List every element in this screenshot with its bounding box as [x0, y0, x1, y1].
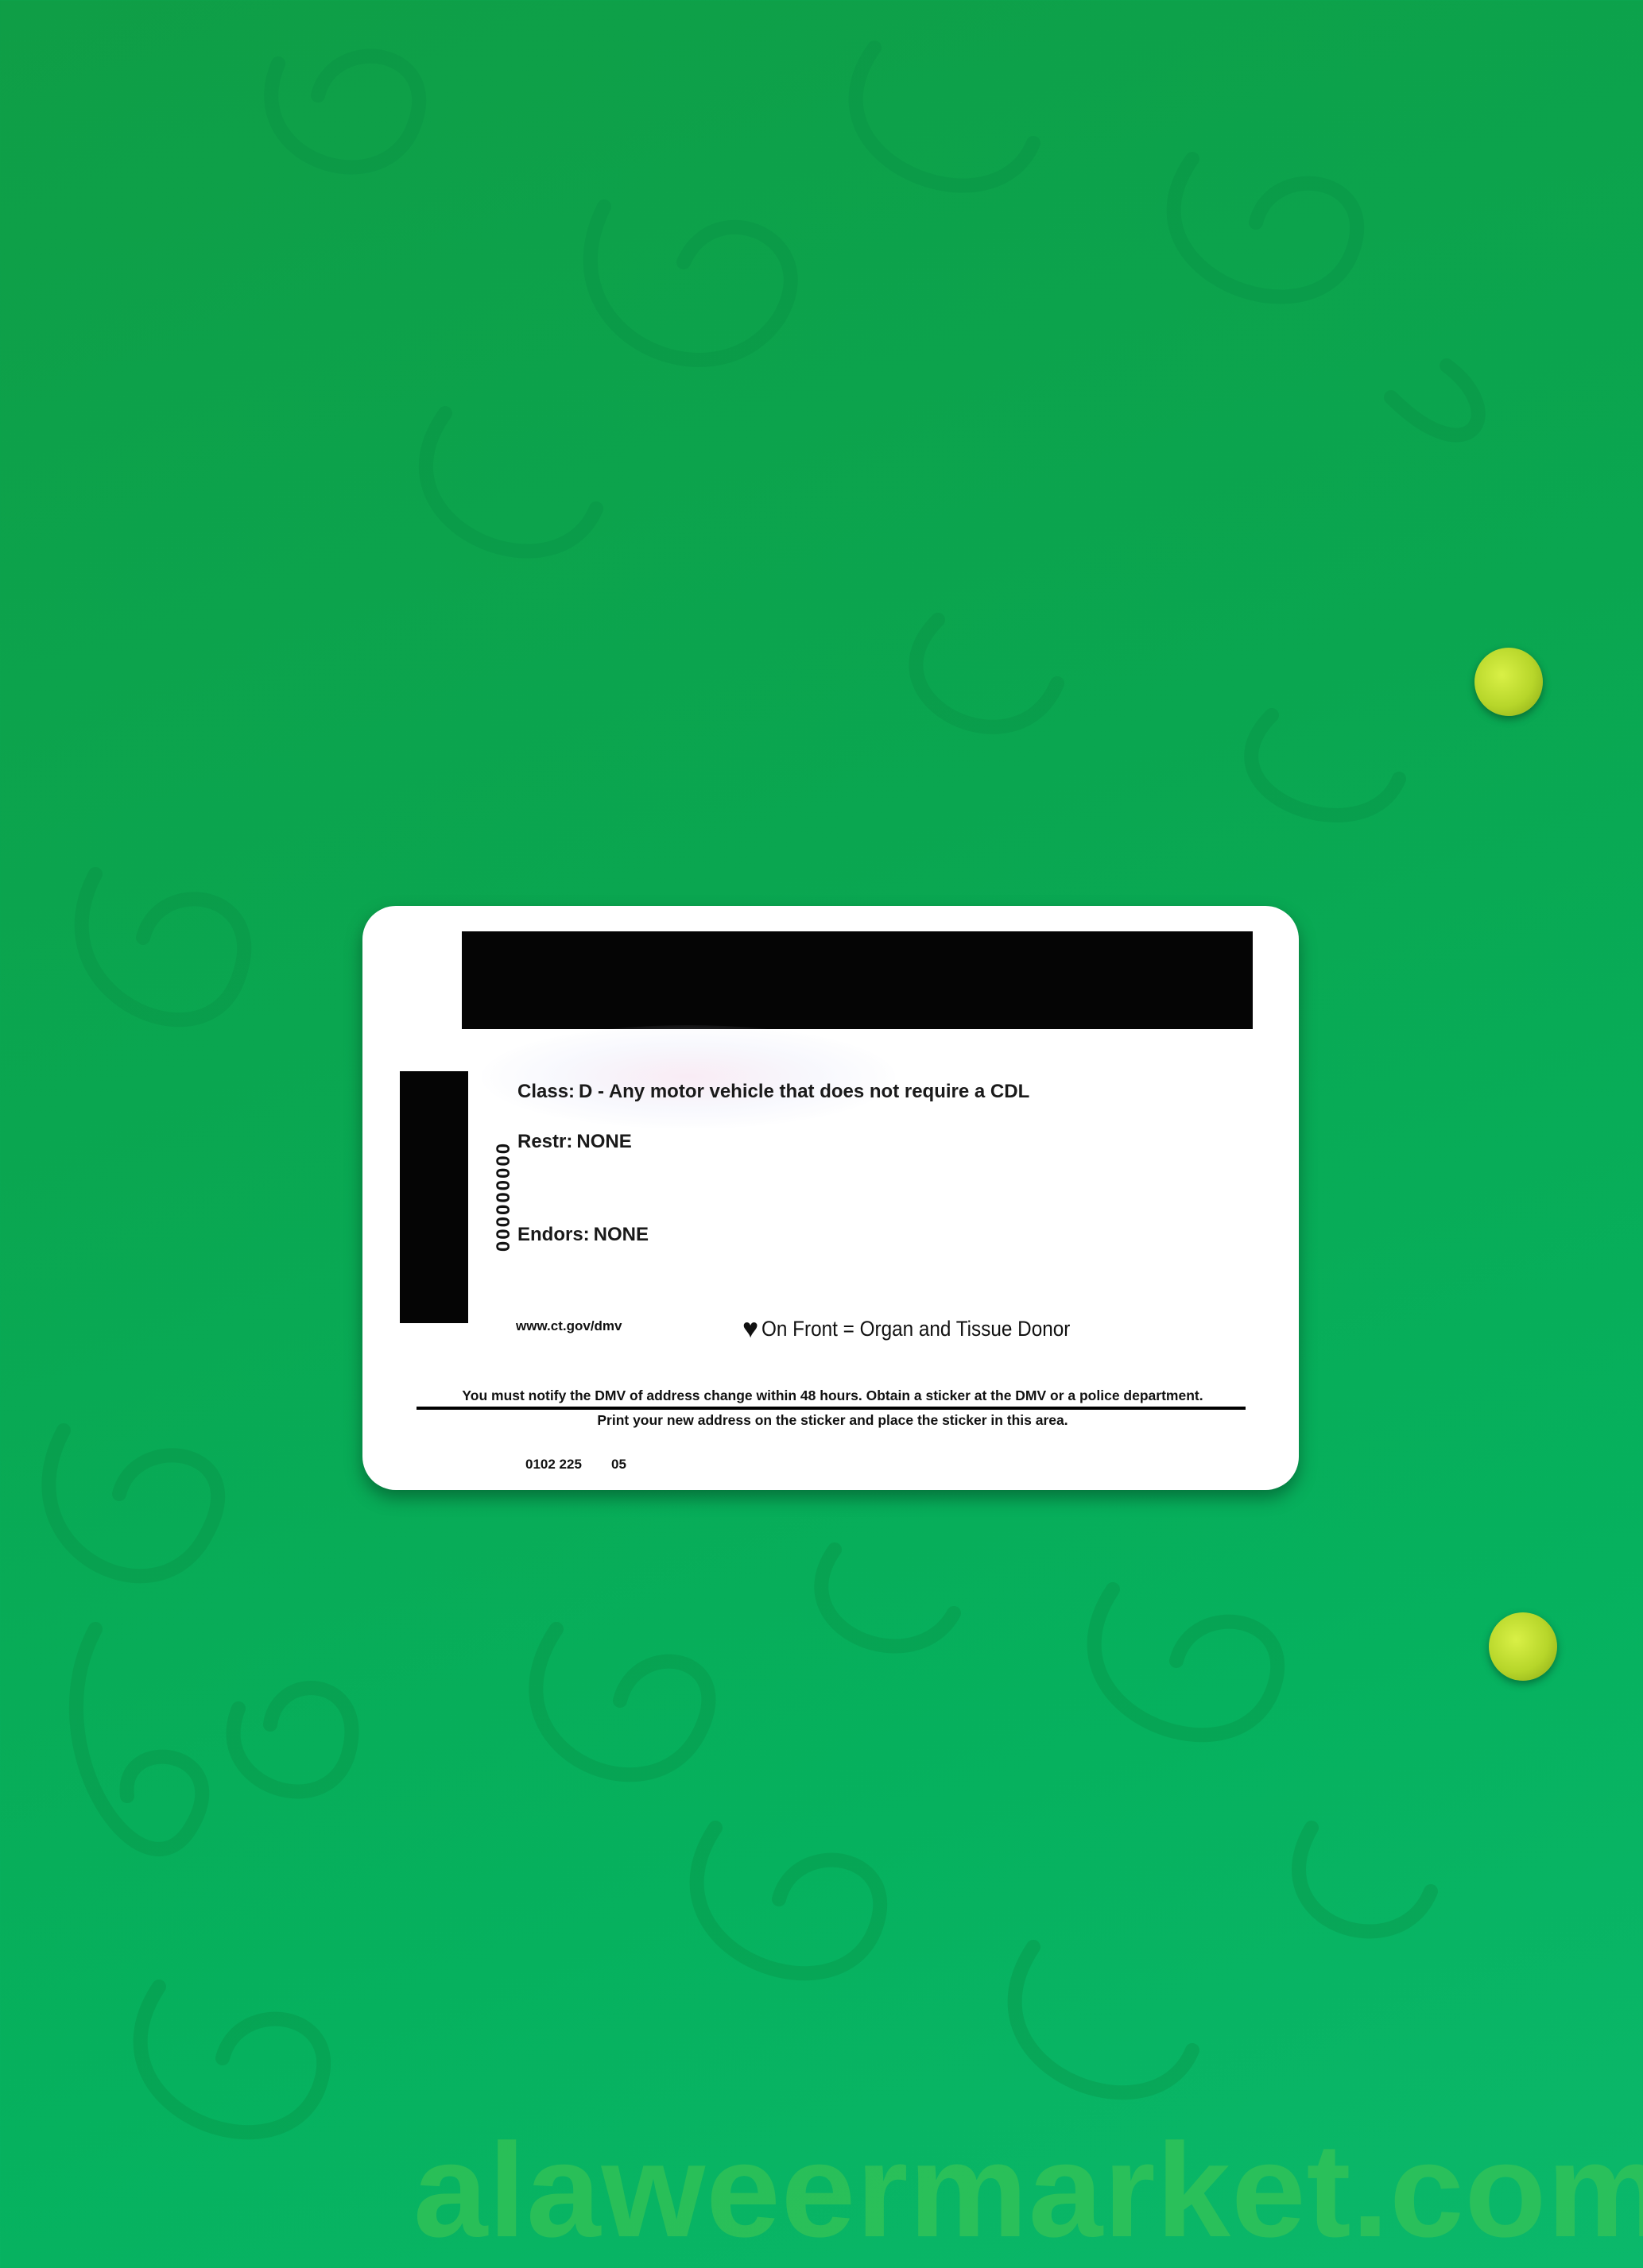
card-code-number: 0102 225 [525, 1457, 582, 1472]
restrictions-value: NONE [576, 1131, 632, 1152]
vertical-id-number: 000000000 [493, 1141, 514, 1252]
card-code-suffix: 05 [611, 1457, 626, 1472]
address-sticker-divider [417, 1407, 1246, 1410]
restrictions-label: Restr: [517, 1131, 573, 1152]
class-value: D - Any motor vehicle that does not requ… [579, 1081, 1030, 1102]
restrictions-field: Restr: NONE [517, 1131, 632, 1153]
heart-icon: ♥ [742, 1314, 759, 1344]
endorsements-value: NONE [593, 1224, 649, 1245]
license-card-back: 000000000 Class: D - Any motor vehicle th… [362, 906, 1299, 1490]
endorsements-label: Endors: [517, 1224, 590, 1245]
class-field: Class: D - Any motor vehicle that does no… [517, 1081, 1029, 1103]
class-label: Class: [517, 1081, 575, 1102]
magnetic-stripe [462, 931, 1253, 1029]
address-sticker-instructions: Print your new address on the sticker an… [597, 1412, 1068, 1428]
address-change-notice: You must notify the DMV of address chang… [462, 1388, 1203, 1403]
endorsements-field: Endors: NONE [517, 1224, 649, 1246]
organ-donor-note: ♥ On Front = Organ and Tissue Donor [742, 1315, 1105, 1342]
organ-donor-text: On Front = Organ and Tissue Donor [761, 1316, 1071, 1341]
green-bead [1474, 648, 1543, 716]
redaction-box [400, 1071, 468, 1323]
watermark: alaweermarket.com [413, 2115, 1643, 2265]
green-bead [1489, 1612, 1557, 1681]
hologram-glare [482, 1025, 895, 1128]
dmv-website: www.ct.gov/dmv [516, 1318, 622, 1333]
